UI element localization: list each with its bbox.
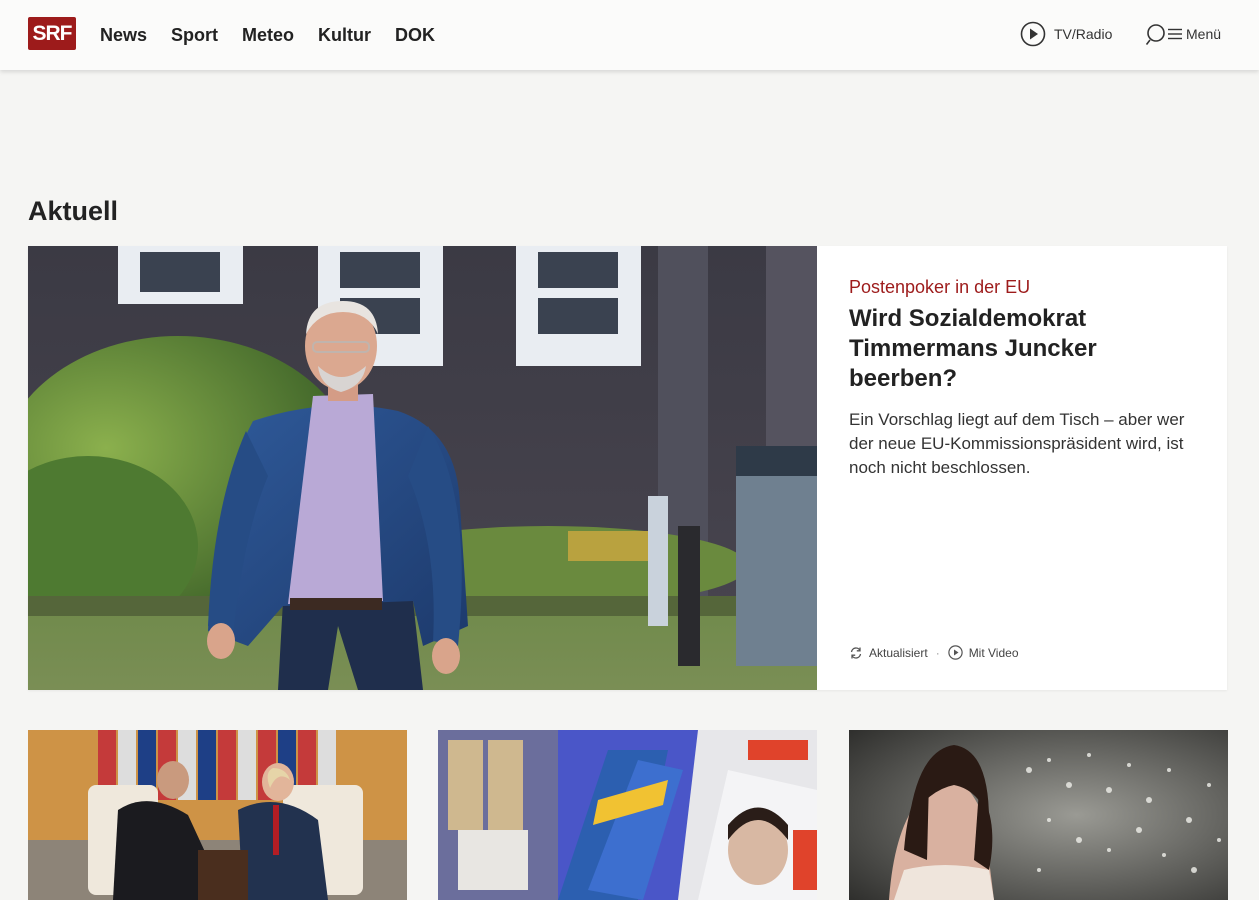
hero-text: Postenpoker in der EU Wird Sozialdemokra… [849, 276, 1209, 480]
tv-radio-label: TV/Radio [1054, 26, 1113, 42]
nav-item-news[interactable]: News [100, 25, 147, 46]
teaser-card-1[interactable] [28, 730, 407, 900]
hero-image [28, 246, 817, 690]
nav-item-sport[interactable]: Sport [171, 25, 218, 46]
nav-item-meteo[interactable]: Meteo [242, 25, 294, 46]
site-header: SRF News Sport Meteo Kultur DOK TV/Radio… [0, 0, 1259, 70]
menu-button[interactable]: Menü [1146, 21, 1221, 47]
teaser-card-3[interactable] [849, 730, 1228, 900]
menu-label: Menü [1186, 26, 1222, 42]
hero-lead: Ein Vorschlag liegt auf dem Tisch – aber… [849, 410, 1185, 477]
updated-indicator: Aktualisiert [849, 646, 928, 660]
teaser-image-3 [849, 730, 1228, 900]
hero-teaser[interactable]: Postenpoker in der EU Wird Sozialdemokra… [28, 246, 1227, 690]
hero-meta: Aktualisiert · Mit Video [849, 645, 1019, 660]
hamburger-icon [1168, 28, 1182, 40]
video-indicator: Mit Video [947, 645, 1019, 660]
section-title: Aktuell [28, 196, 119, 226]
play-circle-icon [947, 645, 963, 660]
nav-item-kultur[interactable]: Kultur [318, 25, 371, 46]
updated-label: Aktualisiert [869, 645, 928, 660]
refresh-icon [850, 646, 862, 659]
tv-radio-button[interactable]: TV/Radio [1020, 21, 1112, 47]
main-nav: News Sport Meteo Kultur DOK [100, 0, 459, 70]
teaser-image-2 [438, 730, 817, 900]
search-icon [1146, 24, 1165, 45]
teaser-image-1 [28, 730, 407, 900]
srf-logo[interactable]: SRF [28, 17, 76, 50]
video-label: Mit Video [968, 645, 1019, 660]
hero-headline[interactable]: Wird Sozialdemokrat Timmermans Juncker b… [849, 304, 1209, 394]
play-circle-icon [1020, 21, 1046, 47]
teaser-card-2[interactable] [438, 730, 817, 900]
hero-kicker: Postenpoker in der EU [849, 277, 1031, 297]
nav-item-dok[interactable]: DOK [395, 25, 435, 46]
meta-separator: · [935, 645, 940, 660]
